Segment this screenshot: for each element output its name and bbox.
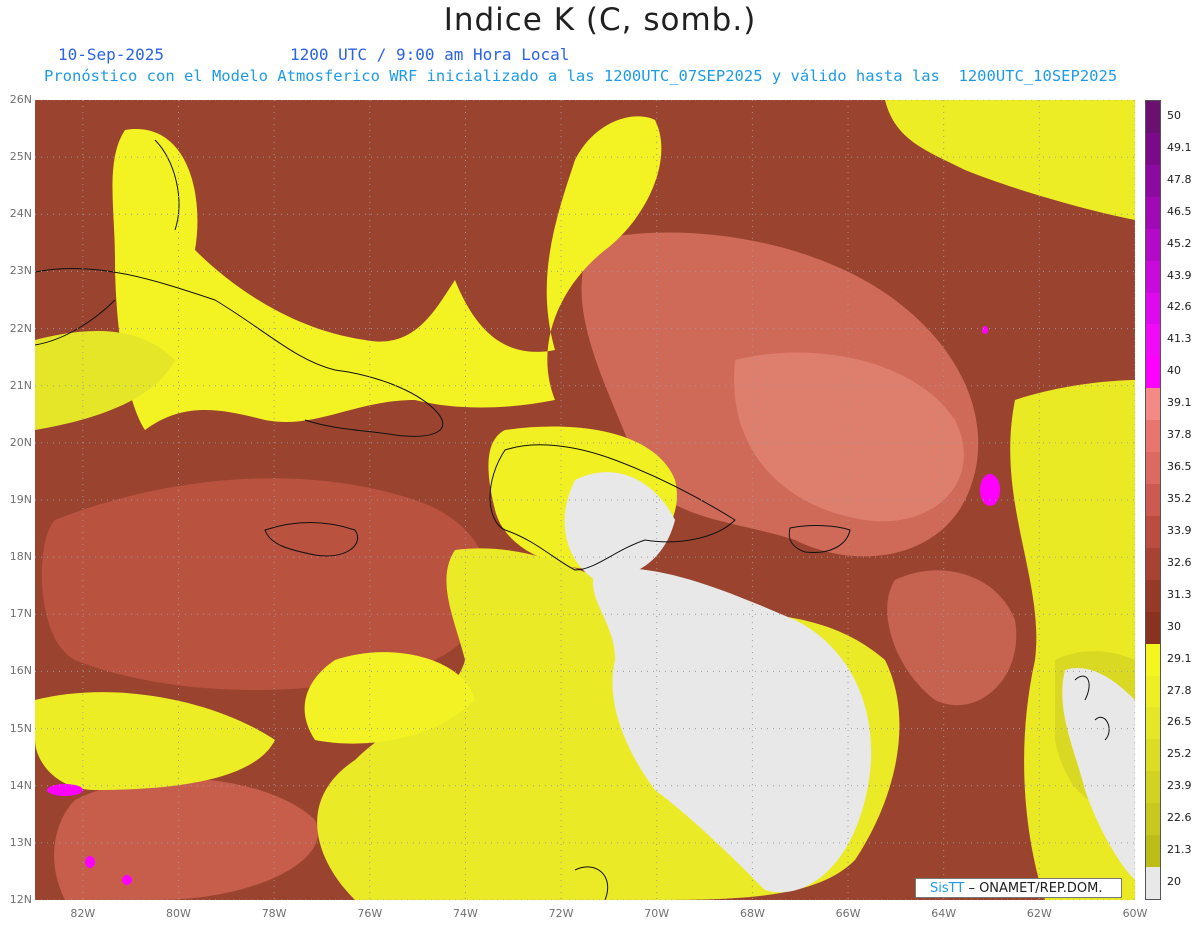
lat-label: 16N: [9, 664, 32, 678]
lon-label: 68W: [739, 907, 765, 920]
colorbar-segment: [1146, 867, 1160, 900]
colorbar-label: 37.8: [1167, 428, 1192, 442]
colorbar-segment: [1146, 420, 1160, 453]
colorbar-label: 23.9: [1167, 779, 1192, 793]
colorbar-segment: [1146, 164, 1160, 198]
lon-label: 76W: [357, 907, 383, 920]
colorbar-segment: [1146, 547, 1160, 581]
colorbar-label: 42.6: [1167, 300, 1192, 314]
colorbar-segment: [1146, 228, 1160, 262]
lat-label: 20N: [9, 435, 32, 449]
colorbar-label: 21.3: [1167, 843, 1192, 857]
colorbar-segment: [1146, 803, 1160, 836]
colorbar-label: 43.9: [1167, 268, 1192, 282]
colorbar-label: 39.1: [1167, 396, 1192, 410]
lat-label: 12N: [9, 893, 32, 906]
colorbar-segment: [1146, 452, 1160, 485]
lon-label: 64W: [931, 907, 957, 920]
lon-label: 82W: [70, 907, 96, 920]
lat-label: 26N: [9, 93, 32, 106]
colorbar-label: 41.3: [1167, 332, 1192, 346]
colorbar-segment: [1146, 643, 1160, 677]
colorbar-label: 27.8: [1167, 683, 1192, 697]
colorbar-label: 25.2: [1167, 747, 1192, 761]
colorbar-label: 33.9: [1167, 523, 1192, 537]
colorbar-segment: [1146, 484, 1160, 517]
colorbar-label: 50: [1167, 108, 1181, 122]
colorbar-segment: [1146, 771, 1160, 804]
colorbar-label: 22.6: [1167, 811, 1192, 825]
lat-label: 21N: [9, 378, 32, 392]
colorbar-segment: [1146, 132, 1160, 166]
credit-brand: SisTT: [930, 881, 965, 896]
colorbar-label: 46.5: [1167, 204, 1192, 218]
lat-label: 15N: [9, 721, 32, 735]
colorbar-segment: [1146, 611, 1160, 645]
field-magenta-spot: [85, 856, 95, 868]
field-magenta-spot: [980, 474, 1000, 506]
colorbar-segment: [1146, 388, 1160, 421]
colorbar-segment: [1146, 101, 1160, 134]
map-canvas: [35, 100, 1135, 900]
field-magenta-spot: [122, 875, 132, 885]
lon-label: 60W: [1122, 907, 1148, 920]
colorbar-label: 20: [1167, 875, 1181, 889]
lat-label: 13N: [9, 835, 32, 849]
colorbar-label: 31.3: [1167, 587, 1192, 601]
lon-label: 72W: [548, 907, 574, 920]
lat-label: 19N: [9, 493, 32, 506]
lat-label: 18N: [9, 550, 32, 564]
date-label: 10-Sep-2025: [58, 45, 164, 64]
colorbar-segment: [1146, 324, 1160, 357]
colorbar-label: 35.2: [1167, 492, 1192, 505]
colorbar-segment: [1146, 835, 1160, 868]
lat-label: 25N: [9, 150, 32, 164]
lon-label: 74W: [452, 907, 478, 920]
colorbar-segment: [1146, 196, 1160, 230]
lat-label: 22N: [9, 321, 32, 335]
colorbar-label: 30: [1167, 619, 1181, 633]
colorbar: [1145, 100, 1161, 900]
lat-label: 24N: [9, 207, 32, 221]
credit-box: SisTT – ONAMET/REP.DOM.: [915, 878, 1122, 898]
forecast-label: Pronóstico con el Modelo Atmosferico WRF…: [44, 67, 1118, 85]
lon-label: 62W: [1026, 907, 1052, 920]
lat-label: 23N: [9, 264, 32, 278]
lat-label: 14N: [9, 778, 32, 792]
colorbar-segment: [1146, 356, 1160, 389]
colorbar-label: 29.1: [1167, 651, 1192, 665]
lon-label: 78W: [261, 907, 287, 920]
utc-label: 1200 UTC / 9:00 am Hora Local: [290, 45, 570, 64]
colorbar-segment: [1146, 260, 1160, 293]
colorbar-segment: [1146, 292, 1160, 325]
colorbar-segment: [1146, 579, 1160, 613]
lon-label: 70W: [644, 907, 670, 920]
colorbar-label: 49.1: [1167, 140, 1192, 154]
colorbar-label: 40: [1167, 364, 1181, 378]
lat-label: 17N: [9, 607, 32, 621]
k-index-map: [35, 100, 1135, 900]
colorbar-segment: [1146, 515, 1160, 549]
lon-label: 66W: [835, 907, 861, 920]
colorbar-label: 45.2: [1167, 236, 1192, 250]
colorbar-label: 32.6: [1167, 555, 1192, 569]
colorbar-label: 36.5: [1167, 460, 1192, 474]
field-magenta-spot: [982, 326, 988, 334]
map-title: Indice K (C, somb.): [443, 2, 757, 38]
colorbar-segment: [1146, 675, 1160, 708]
colorbar-label: 47.8: [1167, 172, 1192, 186]
colorbar-label: 26.5: [1167, 715, 1192, 729]
credit-text: – ONAMET/REP.DOM.: [968, 881, 1103, 896]
colorbar-segment: [1146, 707, 1160, 740]
lon-label: 80W: [166, 907, 191, 920]
colorbar-segment: [1146, 739, 1160, 772]
